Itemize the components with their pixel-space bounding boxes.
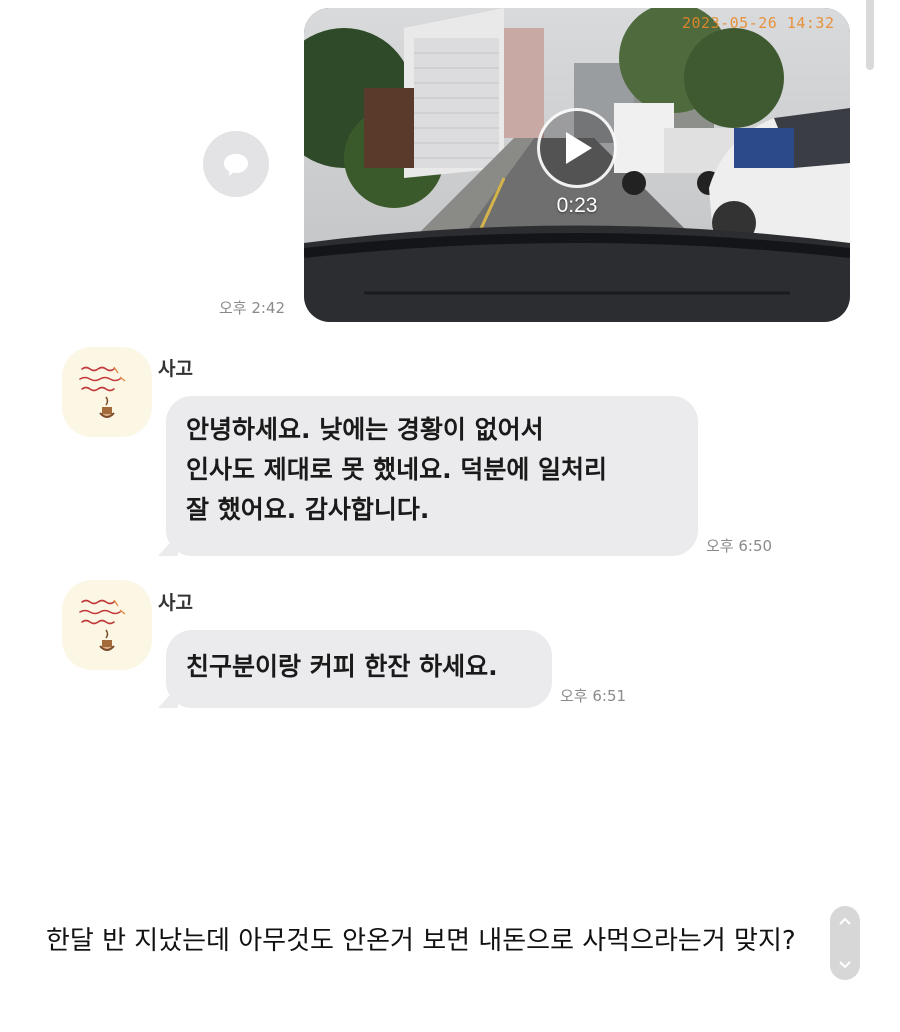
avatar-image [79,366,126,418]
scroll-control[interactable] [830,906,860,980]
bubble-tail [158,534,178,556]
message-timestamp: 오후 6:51 [560,687,627,705]
scrollbar[interactable] [866,0,874,70]
avatar[interactable] [62,347,152,437]
play-button[interactable] [537,108,617,188]
camera-timestamp: 2023-05-26 14:32 [682,14,835,32]
video-duration: 0:23 [556,194,598,217]
sender-name: 사고 [158,592,193,614]
message-line: 친구분이랑 커피 한잔 하세요. [186,652,498,681]
share-icon [224,154,248,176]
chevron-down-icon[interactable] [838,960,852,970]
message-line: 안녕하세요. 낮에는 경황이 없어서 [186,415,544,444]
share-button[interactable] [203,131,269,197]
message-timestamp: 오후 2:42 [219,299,286,317]
sender-name: 사고 [158,358,193,380]
bubble-tail [158,686,178,708]
avatar-image [79,599,126,651]
message-bubble[interactable]: 안녕하세요. 낮에는 경황이 없어서 인사도 제대로 못 했네요. 덕분에 일처… [158,396,698,556]
avatar[interactable] [62,580,152,670]
message-line: 인사도 제대로 못 했네요. 덕분에 일처리 [186,455,608,484]
message-timestamp: 오후 6:50 [706,537,773,555]
chat-screen: 2023-05-26 14:32 0:23 오후 2:42 사고 안녕하세요. … [0,0,900,1032]
message-line: 잘 했어요. 감사합니다. [186,495,430,524]
message-bubble[interactable]: 친구분이랑 커피 한잔 하세요. [158,630,552,708]
play-icon [566,132,592,164]
post-caption: 한달 반 지났는데 아무것도 안온거 보면 내돈으로 사먹으라는거 맞지? [46,926,796,956]
video-message[interactable]: 2023-05-26 14:32 0:23 [304,8,850,322]
chevron-up-icon[interactable] [838,916,852,926]
